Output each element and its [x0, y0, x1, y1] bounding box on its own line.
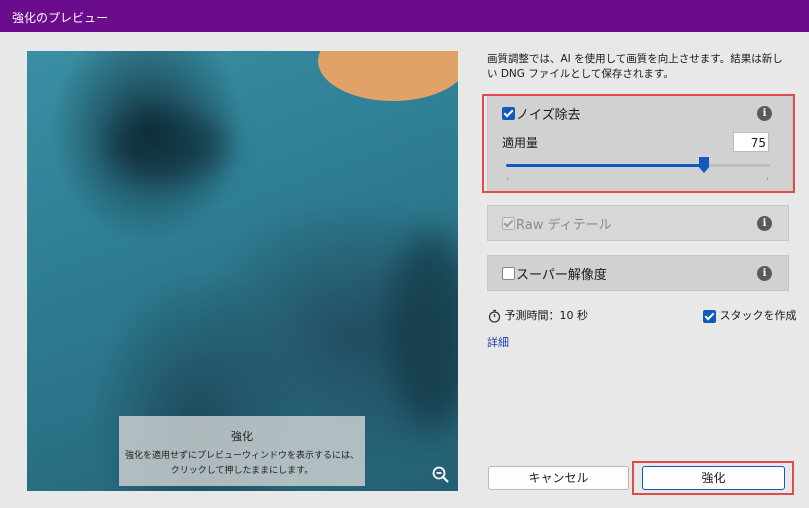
super-resolution-label: スーパー解像度 — [516, 268, 607, 283]
amount-input[interactable]: 75 — [733, 132, 769, 152]
slider-tick — [767, 177, 768, 180]
preview-overlay-hint: 強化 強化を適用せずにプレビューウィンドウを表示するには、 クリックして押したま… — [119, 416, 365, 486]
info-icon[interactable]: i — [757, 106, 772, 121]
amount-label: 適用量 — [502, 136, 539, 150]
estimated-time-label: 予測時間：10 秒 — [504, 309, 589, 322]
cancel-button[interactable]: キャンセル — [488, 466, 629, 490]
preview-skin-area — [318, 51, 458, 101]
denoise-label: ノイズ除去 — [516, 108, 581, 123]
info-icon[interactable]: i — [757, 216, 772, 231]
stack-checkbox[interactable] — [703, 309, 716, 323]
stack-label: スタックを作成 — [719, 309, 797, 322]
preview-shadow — [107, 111, 227, 181]
denoise-checkbox[interactable] — [502, 107, 515, 120]
amount-slider-fill — [506, 164, 704, 167]
slider-tick — [507, 177, 508, 180]
preview-image[interactable]: 強化 強化を適用せずにプレビューウィンドウを表示するには、 クリックして押したま… — [27, 51, 458, 491]
zoom-out-icon[interactable] — [432, 466, 450, 484]
raw-detail-checkbox[interactable] — [502, 217, 515, 230]
enhance-description: 画質調整では、AI を使用して画質を向上させます。結果は新しい DNG ファイル… — [487, 53, 783, 80]
stack-option[interactable]: スタックを作成 — [703, 307, 797, 323]
amount-slider[interactable] — [506, 164, 770, 167]
super-resolution-checkbox[interactable] — [502, 267, 515, 280]
preview-shadow — [387, 231, 458, 431]
window-title: 強化のプレビュー — [12, 11, 109, 25]
overlay-text-line: 強化を適用せずにプレビューウィンドウを表示するには、 — [124, 451, 359, 461]
title-bar: 強化のプレビュー — [0, 0, 809, 32]
enhance-button[interactable]: 強化 — [642, 466, 785, 490]
overlay-title: 強化 — [231, 430, 253, 443]
stopwatch-icon — [488, 309, 501, 323]
overlay-text-line: クリックして押したままにします。 — [170, 466, 314, 476]
raw-detail-label: Raw ディテール — [516, 218, 612, 233]
details-link[interactable]: 詳細 — [487, 334, 509, 350]
estimated-time: 予測時間：10 秒 — [488, 307, 588, 323]
info-icon[interactable]: i — [757, 266, 772, 281]
